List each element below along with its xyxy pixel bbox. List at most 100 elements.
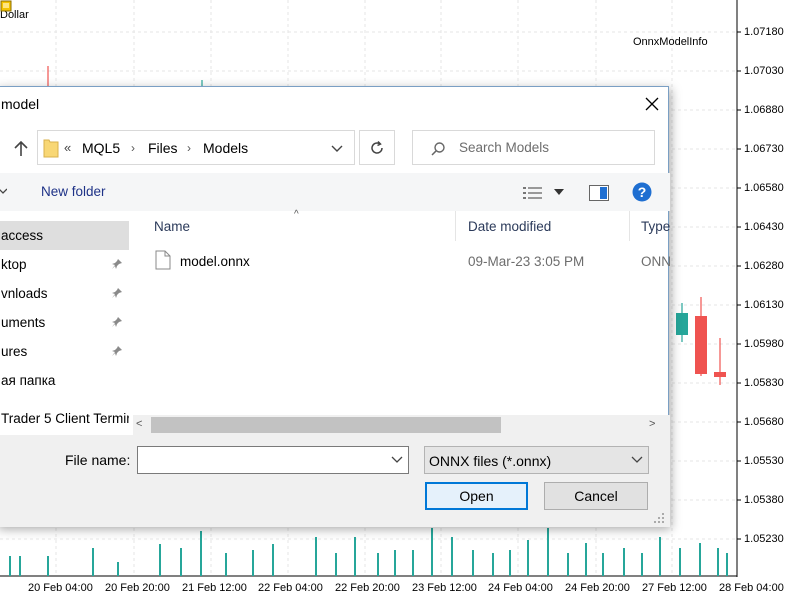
price-axis-label: 1.05230 bbox=[744, 533, 784, 545]
nav-item-desktop[interactable]: ktop bbox=[0, 250, 129, 279]
nav-item-label: Trader 5 Client Termir bbox=[1, 411, 129, 426]
price-axis-label: 1.05830 bbox=[744, 377, 784, 389]
filename-input[interactable] bbox=[140, 449, 380, 471]
horizontal-scrollbar[interactable]: < > bbox=[133, 415, 670, 435]
view-chevron-down-icon[interactable] bbox=[554, 188, 564, 196]
time-axis-label: 21 Feb 12:00 bbox=[182, 582, 247, 594]
pin-icon bbox=[112, 259, 122, 269]
close-icon bbox=[645, 97, 659, 111]
column-header-name[interactable]: Name bbox=[154, 219, 190, 234]
sort-ascending-icon: ^ bbox=[294, 209, 299, 220]
breadcrumb-separator-icon[interactable]: › bbox=[187, 141, 191, 155]
chevron-down-icon[interactable] bbox=[330, 141, 344, 155]
file-list-header: ^ Name Date modified Type bbox=[133, 209, 670, 241]
help-icon[interactable]: ? bbox=[632, 182, 652, 202]
price-axis-label: 1.06280 bbox=[744, 260, 784, 272]
file-date: 09-Mar-23 3:05 PM bbox=[468, 254, 585, 269]
price-axis-label: 1.06580 bbox=[744, 182, 784, 194]
open-button[interactable]: Open bbox=[425, 482, 528, 510]
scroll-left-icon[interactable]: < bbox=[136, 418, 142, 430]
scrollbar-thumb[interactable] bbox=[151, 417, 501, 433]
dialog-bottom-panel: File name: ONNX files (*.onnx) Open Canc… bbox=[0, 435, 670, 527]
open-file-dialog: model « MQL5 › Files › Models Search Mod… bbox=[0, 86, 671, 527]
time-axis-label: 20 Feb 04:00 bbox=[28, 582, 93, 594]
time-axis-label: 24 Feb 20:00 bbox=[565, 582, 630, 594]
search-icon bbox=[431, 142, 445, 156]
breadcrumb-separator-icon[interactable]: › bbox=[131, 141, 135, 155]
refresh-icon bbox=[371, 140, 383, 154]
filetype-selected-value: ONNX files (*.onnx) bbox=[429, 453, 552, 469]
price-axis-label: 1.07030 bbox=[744, 65, 784, 77]
svg-text:?: ? bbox=[638, 184, 647, 200]
candle-body bbox=[714, 372, 726, 377]
folder-icon bbox=[43, 139, 59, 158]
file-icon bbox=[155, 250, 171, 270]
nav-item-new-folder[interactable]: ая папка bbox=[0, 366, 129, 395]
nav-item-label: uments bbox=[1, 315, 46, 330]
price-axis-label: 1.06430 bbox=[744, 221, 784, 233]
pin-icon bbox=[112, 288, 122, 298]
nav-item-label: ktop bbox=[1, 257, 27, 272]
price-axis-label: 1.07180 bbox=[744, 26, 784, 38]
filename-combobox[interactable] bbox=[137, 446, 409, 474]
resize-grip-icon[interactable] bbox=[654, 513, 664, 523]
breadcrumb-models[interactable]: Models bbox=[203, 140, 248, 156]
nav-item-label: access bbox=[1, 228, 44, 243]
address-bar[interactable]: « MQL5 › Files › Models bbox=[37, 130, 355, 165]
cancel-button[interactable]: Cancel bbox=[544, 482, 648, 510]
indicator-label: OnnxModelInfo bbox=[633, 36, 708, 48]
time-axis-label: 27 Feb 12:00 bbox=[642, 582, 707, 594]
pin-icon bbox=[112, 346, 122, 356]
nav-item-label: ures bbox=[1, 344, 28, 359]
column-header-type[interactable]: Type bbox=[641, 219, 670, 234]
command-bar: New folder ? bbox=[0, 173, 670, 211]
search-input[interactable] bbox=[459, 132, 649, 162]
new-folder-button[interactable]: New folder bbox=[41, 184, 106, 199]
up-arrow-icon[interactable] bbox=[11, 139, 31, 159]
nav-item-pictures[interactable]: ures bbox=[0, 337, 129, 366]
time-axis-label: 20 Feb 20:00 bbox=[105, 582, 170, 594]
time-axis-label: 22 Feb 04:00 bbox=[258, 582, 323, 594]
chevron-down-icon bbox=[631, 456, 643, 463]
filename-label: File name: bbox=[65, 452, 131, 468]
time-axis-label: 22 Feb 20:00 bbox=[335, 582, 400, 594]
refresh-button[interactable] bbox=[359, 130, 395, 165]
price-axis-label: 1.05980 bbox=[744, 338, 784, 350]
price-axis-label: 1.05530 bbox=[744, 455, 784, 467]
file-type: ONN bbox=[641, 254, 671, 269]
column-header-date[interactable]: Date modified bbox=[468, 219, 551, 234]
nav-item-label: ая папка bbox=[1, 373, 56, 388]
nav-item-documents[interactable]: uments bbox=[0, 308, 129, 337]
organize-chevron-icon[interactable] bbox=[0, 186, 7, 196]
filetype-select[interactable]: ONNX files (*.onnx) bbox=[424, 446, 649, 474]
breadcrumb-files[interactable]: Files bbox=[148, 140, 178, 156]
navigation-pane: access ktop vnloads uments ures ая папка… bbox=[0, 211, 133, 435]
price-axis-label: 1.06880 bbox=[744, 104, 784, 116]
nav-item-terminal[interactable]: Trader 5 Client Termir bbox=[0, 404, 129, 433]
close-button[interactable] bbox=[637, 91, 667, 117]
candle-body bbox=[676, 313, 688, 335]
search-box[interactable] bbox=[412, 130, 655, 165]
price-axis-label: 1.06130 bbox=[744, 299, 784, 311]
preview-pane-icon[interactable] bbox=[589, 185, 609, 201]
nav-item-label: vnloads bbox=[1, 286, 48, 301]
view-details-icon[interactable] bbox=[523, 186, 543, 200]
breadcrumb-overflow[interactable]: « bbox=[64, 140, 71, 155]
time-axis-label: 24 Feb 04:00 bbox=[488, 582, 553, 594]
column-divider[interactable] bbox=[629, 211, 630, 241]
breadcrumb-mql5[interactable]: MQL5 bbox=[82, 140, 120, 156]
price-axis-label: 1.05380 bbox=[744, 494, 784, 506]
chevron-down-icon[interactable] bbox=[391, 455, 403, 465]
scroll-right-icon[interactable]: > bbox=[649, 418, 655, 430]
nav-item-downloads[interactable]: vnloads bbox=[0, 279, 129, 308]
price-axis-label: 1.05680 bbox=[744, 416, 784, 428]
time-axis-label: 28 Feb 04:00 bbox=[719, 582, 784, 594]
file-row[interactable]: model.onnx 09-Mar-23 3:05 PM ONN bbox=[133, 247, 671, 275]
indicator-icon[interactable] bbox=[0, 0, 12, 12]
nav-item-quick-access[interactable]: access bbox=[0, 221, 129, 250]
dialog-title: model bbox=[1, 96, 40, 112]
candle-body bbox=[695, 316, 707, 374]
pin-icon bbox=[112, 317, 122, 327]
column-divider[interactable] bbox=[455, 211, 456, 241]
time-axis-label: 23 Feb 12:00 bbox=[412, 582, 477, 594]
